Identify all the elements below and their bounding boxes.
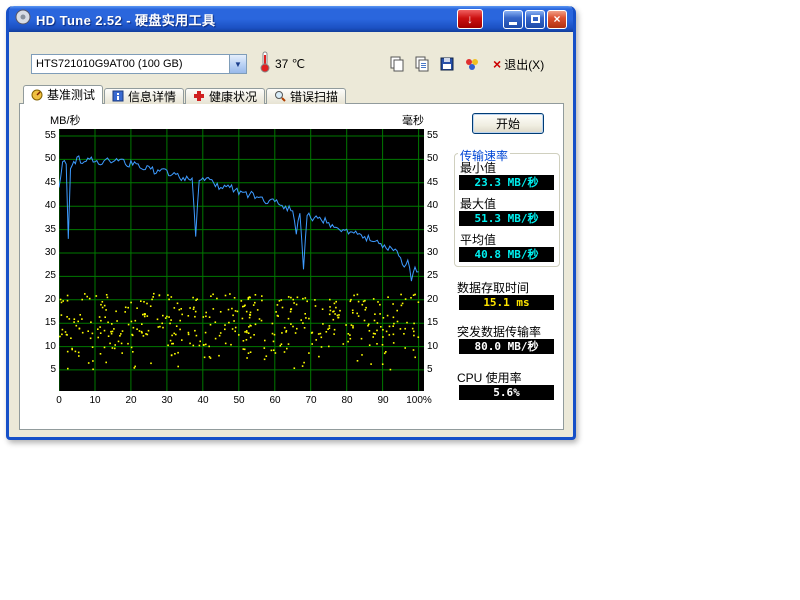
toolbar-icons <box>387 55 482 73</box>
access-time-label: 数据存取时间 <box>457 279 529 296</box>
y-tick-label: 15 <box>427 317 453 328</box>
close-button[interactable]: × <box>547 10 567 29</box>
options-icon[interactable] <box>462 55 482 73</box>
y-axis-right: 5 10 15 20 25 30 35 40 45 50 55 <box>427 129 453 391</box>
y-tick-label: 5 <box>30 364 56 375</box>
y-tick-label: 55 <box>30 130 56 141</box>
left-axis-label: MB/秒 <box>50 112 81 128</box>
tab-benchmark[interactable]: 基准测试 <box>23 85 103 104</box>
tab-health[interactable]: 健康状况 <box>185 88 265 104</box>
y-tick-label: 10 <box>30 341 56 352</box>
tab-label: 错误扫描 <box>290 88 338 105</box>
burst-rate-label: 突发数据传输率 <box>457 323 541 340</box>
app-icon <box>15 9 31 30</box>
access-time-value-box: 15.1 ms <box>459 295 554 310</box>
y-tick-label: 30 <box>427 247 453 258</box>
capture-button[interactable]: ↓ <box>457 9 483 29</box>
x-tick-label: 60 <box>269 395 280 406</box>
tab-label: 基准测试 <box>47 86 95 103</box>
copy-file-icon[interactable] <box>412 55 432 73</box>
x-tick-label: 30 <box>161 395 172 406</box>
y-tick-label: 50 <box>427 153 453 164</box>
y-tick-label: 20 <box>427 294 453 305</box>
minimize-button[interactable] <box>503 10 523 29</box>
exit-x-icon: × <box>493 57 501 71</box>
y-axis-left: 5 10 15 20 25 30 35 40 45 50 55 <box>30 129 56 391</box>
tab-error-scan[interactable]: 错误扫描 <box>266 88 346 104</box>
minimize-icon <box>509 22 517 25</box>
y-tick-label: 45 <box>427 177 453 188</box>
y-tick-label: 40 <box>427 200 453 211</box>
y-tick-label: 15 <box>30 317 56 328</box>
y-tick-label: 40 <box>30 200 56 211</box>
x-tick-label: 40 <box>197 395 208 406</box>
y-tick-label: 25 <box>427 270 453 281</box>
benchmark-panel: MB/秒 毫秒 5 10 15 20 25 30 35 40 45 50 55 5 10 15 20 25 3… <box>19 103 564 430</box>
drive-select-value: HTS721010G9AT00 (100 GB) <box>32 55 229 73</box>
drive-select[interactable]: HTS721010G9AT00 (100 GB) ▼ <box>31 54 247 74</box>
min-label: 最小值 <box>460 159 496 176</box>
burst-rate-value-box: 80.0 MB/秒 <box>459 339 554 354</box>
window-title: HD Tune 2.52 - 硬盘实用工具 <box>36 10 457 29</box>
y-tick-label: 50 <box>30 153 56 164</box>
x-tick-label: 0 <box>56 395 62 406</box>
tab-label: 健康状况 <box>209 88 257 105</box>
tab-info[interactable]: 信息详情 <box>104 88 184 104</box>
max-label: 最大值 <box>460 195 496 212</box>
y-tick-label: 20 <box>30 294 56 305</box>
chevron-down-icon: ▼ <box>234 60 242 69</box>
max-value-box: 51.3 MB/秒 <box>459 211 554 226</box>
x-tick-label: 90 <box>377 395 388 406</box>
health-icon <box>193 90 205 102</box>
x-tick-label: 100% <box>406 395 432 406</box>
titlebar[interactable]: HD Tune 2.52 - 硬盘实用工具 ↓ × <box>9 6 573 32</box>
y-tick-label: 55 <box>427 130 453 141</box>
down-arrow-icon: ↓ <box>467 13 473 25</box>
y-tick-label: 5 <box>427 364 453 375</box>
benchmark-plot <box>59 129 424 391</box>
titlebar-buttons: ↓ × <box>457 9 567 29</box>
right-axis-label: 毫秒 <box>402 112 424 128</box>
benchmark-icon <box>31 89 43 101</box>
y-tick-label: 45 <box>30 177 56 188</box>
y-tick-label: 35 <box>30 224 56 235</box>
y-tick-label: 35 <box>427 224 453 235</box>
exit-button[interactable]: × 退出(X) <box>493 54 544 74</box>
start-button[interactable]: 开始 <box>472 113 544 134</box>
x-tick-label: 50 <box>233 395 244 406</box>
info-icon <box>112 90 124 102</box>
x-tick-label: 70 <box>305 395 316 406</box>
x-tick-label: 10 <box>89 395 100 406</box>
cpu-usage-label: CPU 使用率 <box>457 369 522 386</box>
tab-label: 信息详情 <box>128 88 176 105</box>
save-icon[interactable] <box>437 55 457 73</box>
benchmark-chart <box>59 129 424 391</box>
copy-screenshot-icon[interactable] <box>387 55 407 73</box>
maximize-button[interactable] <box>525 10 545 29</box>
avg-label: 平均值 <box>460 231 496 248</box>
y-tick-label: 25 <box>30 270 56 281</box>
thermometer-icon <box>259 51 271 78</box>
tab-strip: 基准测试 信息详情 健康状况 错误扫描 <box>23 85 347 104</box>
hdtune-window: HD Tune 2.52 - 硬盘实用工具 ↓ × HTS721010G9AT0… <box>6 6 576 440</box>
min-value-box: 23.3 MB/秒 <box>459 175 554 190</box>
close-icon: × <box>553 13 560 25</box>
drive-select-dropdown-button[interactable]: ▼ <box>229 55 246 73</box>
x-tick-label: 20 <box>125 395 136 406</box>
avg-value-box: 40.8 MB/秒 <box>459 247 554 262</box>
y-tick-label: 30 <box>30 247 56 258</box>
temperature-value: 37 ℃ <box>275 57 305 71</box>
x-tick-label: 80 <box>341 395 352 406</box>
scan-icon <box>274 90 286 102</box>
x-axis: 0102030405060708090100% <box>59 395 424 409</box>
cpu-usage-value-box: 5.6% <box>459 385 554 400</box>
exit-label: 退出(X) <box>504 56 544 73</box>
maximize-icon <box>531 15 540 23</box>
y-tick-label: 10 <box>427 341 453 352</box>
